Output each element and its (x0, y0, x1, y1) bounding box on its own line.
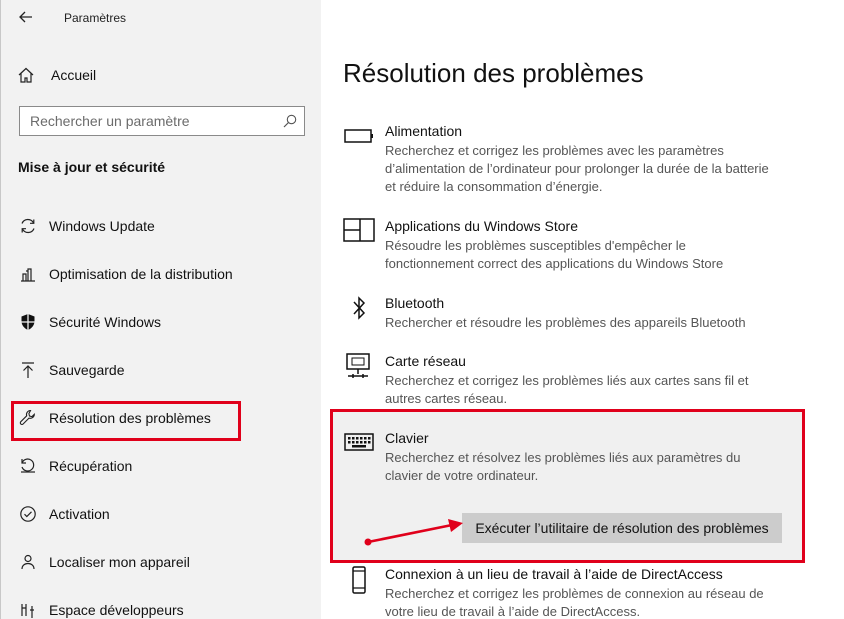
store-app-icon (343, 218, 375, 246)
section-title: Mise à jour et sécurité (18, 159, 166, 175)
troubleshooter-description: Rechercher et résoudre les problèmes des… (385, 315, 746, 330)
sidebar-item-windows-security[interactable]: Sécurité Windows (13, 307, 313, 337)
sidebar-item-recovery[interactable]: Récupération (13, 451, 313, 481)
sidebar-item-label: Sauvegarde (49, 362, 125, 378)
troubleshooter-name: Applications du Windows Store (385, 218, 578, 234)
troubleshooter-description: Résoudre les problèmes susceptibles d'em… (385, 238, 724, 271)
search-icon (283, 114, 297, 128)
troubleshooter-bluetooth[interactable]: Bluetooth Rechercher et résoudre les pro… (343, 295, 783, 333)
troubleshooter-directaccess[interactable]: Connexion à un lieu de travail à l’aide … (343, 566, 783, 619)
bluetooth-icon (343, 295, 375, 323)
network-adapter-icon (343, 353, 375, 381)
battery-icon (343, 123, 375, 151)
sidebar-item-label: Localiser mon appareil (49, 554, 190, 570)
troubleshooter-name: Bluetooth (385, 295, 445, 311)
shield-icon (15, 312, 41, 332)
person-pin-icon (15, 552, 41, 572)
back-button[interactable] (15, 6, 37, 28)
sidebar-item-developers[interactable]: Espace développeurs (13, 595, 313, 619)
troubleshooter-description: Recherchez et corrigez les problèmes lié… (385, 373, 749, 406)
sidebar: Paramètres Accueil Mise à jour et sécuri… (0, 0, 321, 619)
app-title: Paramètres (64, 11, 127, 25)
sidebar-item-label: Espace développeurs (49, 602, 184, 618)
troubleshooter-description: Recherchez et corrigez les problèmes ave… (385, 143, 769, 194)
search-box[interactable] (19, 106, 305, 136)
home-label: Accueil (51, 67, 97, 83)
sidebar-item-windows-update[interactable]: Windows Update (13, 211, 313, 241)
sidebar-item-label: Récupération (49, 458, 133, 474)
troubleshooter-description: Recherchez et corrigez les problèmes de … (385, 586, 764, 619)
troubleshooter-network-adapter[interactable]: Carte réseau Recherchez et corrigez les … (343, 353, 783, 409)
refresh-icon (15, 216, 41, 236)
check-circle-icon (15, 504, 41, 524)
sidebar-item-label: Sécurité Windows (49, 314, 162, 330)
back-arrow-icon (19, 11, 32, 23)
troubleshooter-name: Alimentation (385, 123, 463, 139)
sidebar-item-find-my-device[interactable]: Localiser mon appareil (13, 547, 313, 577)
sidebar-item-label: Windows Update (49, 218, 155, 234)
sidebar-item-activation[interactable]: Activation (13, 499, 313, 529)
delivery-optimization-icon (15, 264, 41, 284)
red-arrow-annotation (364, 519, 463, 546)
backup-upload-icon (15, 360, 41, 380)
page-title: Résolution des problèmes (343, 58, 644, 88)
home-icon (18, 67, 34, 83)
troubleshooter-name: Carte réseau (385, 353, 466, 369)
title-bar: Paramètres (1, 0, 322, 36)
sidebar-highlight-annotation (11, 401, 241, 441)
phone-device-icon (343, 566, 375, 594)
troubleshooter-power[interactable]: Alimentation Recherchez et corrigez les … (343, 123, 783, 197)
troubleshooter-store-apps[interactable]: Applications du Windows Store Résoudre l… (343, 218, 783, 274)
search-input[interactable] (20, 107, 270, 135)
home-link[interactable]: Accueil (17, 64, 96, 86)
sidebar-item-label: Optimisation de la distribution (49, 266, 233, 282)
sidebar-item-backup[interactable]: Sauvegarde (13, 355, 313, 385)
troubleshooter-name: Connexion à un lieu de travail à l’aide … (385, 566, 723, 582)
developer-tools-icon (15, 600, 41, 619)
sidebar-item-delivery-optimization[interactable]: Optimisation de la distribution (13, 259, 313, 289)
recovery-icon (15, 456, 41, 476)
sidebar-item-label: Activation (49, 506, 110, 522)
